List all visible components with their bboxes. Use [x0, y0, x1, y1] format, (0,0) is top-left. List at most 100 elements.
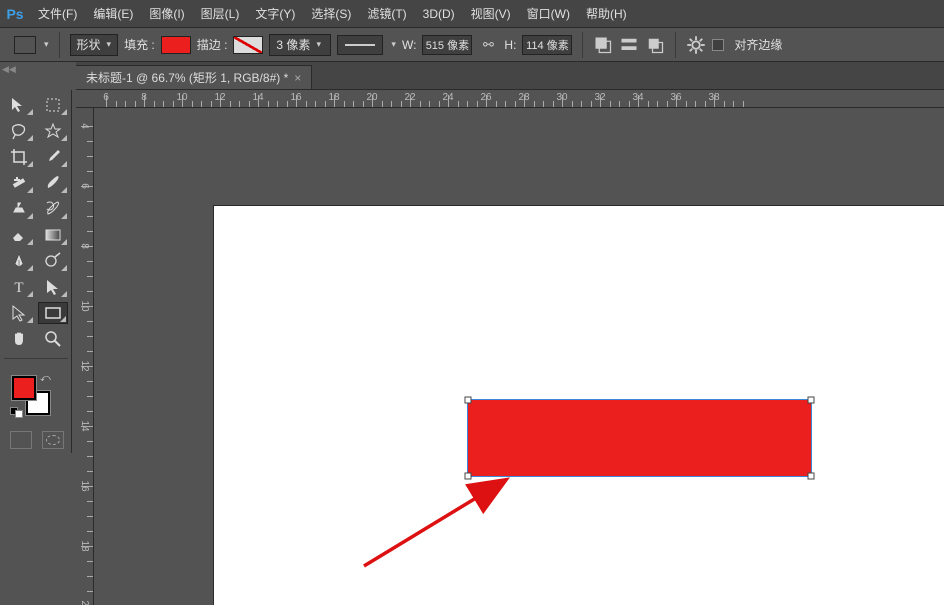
path-arrangement-icon[interactable]: [645, 35, 665, 55]
fill-color-swatch[interactable]: [161, 36, 191, 54]
menu-select[interactable]: 选择(S): [303, 0, 359, 28]
zoom-tool[interactable]: [38, 328, 68, 350]
swap-colors-icon[interactable]: ⤺: [40, 373, 51, 384]
pen-tool[interactable]: [4, 250, 34, 272]
app-logo: Ps: [0, 0, 30, 28]
ruler-tick-label: 12: [214, 92, 225, 103]
ruler-tick-label: 14: [252, 92, 263, 103]
align-edges-checkbox[interactable]: [712, 39, 724, 51]
ruler-tick-label: 6: [103, 92, 109, 103]
menu-type[interactable]: 文字(Y): [247, 0, 303, 28]
ruler-tick-label: 16: [79, 480, 90, 491]
ruler-tick-label: 10: [176, 92, 187, 103]
ruler-tick-label: 26: [480, 92, 491, 103]
type-tool[interactable]: T: [4, 276, 34, 298]
path-select-tool[interactable]: [38, 276, 68, 298]
h-label: H:: [504, 38, 516, 52]
quick-mask-button[interactable]: [42, 431, 64, 449]
path-operations-icon[interactable]: [593, 35, 613, 55]
ruler-tick-label: 20: [79, 600, 90, 605]
stroke-color-swatch[interactable]: [233, 36, 263, 54]
width-input[interactable]: [422, 35, 472, 55]
tools-panel: T ⤺: [0, 90, 72, 453]
eyedropper-tool[interactable]: [38, 146, 68, 168]
document-tab[interactable]: 未标题-1 @ 66.7% (矩形 1, RGB/8#) * ×: [76, 65, 312, 89]
move-tool[interactable]: [4, 94, 34, 116]
history-brush-tool[interactable]: [38, 198, 68, 220]
ruler-tick-label: 18: [328, 92, 339, 103]
clone-stamp-tool[interactable]: [4, 198, 34, 220]
menu-view[interactable]: 视图(V): [463, 0, 519, 28]
menu-window[interactable]: 窗口(W): [519, 0, 578, 28]
ruler-tick-label: 16: [290, 92, 301, 103]
canvas-area[interactable]: 溜溜自学 ZIXUE.3D66.COM: [94, 108, 944, 605]
gear-icon[interactable]: [686, 35, 706, 55]
stroke-width-dropdown[interactable]: 3 像素 ▾: [269, 34, 331, 56]
stroke-type-dropdown[interactable]: [337, 35, 383, 55]
crop-tool[interactable]: [4, 146, 34, 168]
ruler-tick-label: 8: [141, 92, 147, 103]
chevron-down-icon: ▾: [107, 39, 112, 50]
fill-label: 填充 :: [124, 36, 155, 53]
lasso-tool[interactable]: [4, 120, 34, 142]
healing-tool[interactable]: [4, 172, 34, 194]
rectangle-tool[interactable]: [38, 302, 68, 324]
resize-handle-tr[interactable]: [808, 397, 815, 404]
stroke-label: 描边 :: [197, 36, 228, 53]
rectangle-shape[interactable]: [468, 400, 811, 476]
hand-tool[interactable]: [4, 328, 34, 350]
document-tab-title: 未标题-1 @ 66.7% (矩形 1, RGB/8#) *: [86, 69, 288, 86]
height-input[interactable]: [522, 35, 572, 55]
ruler-tick-label: 24: [442, 92, 453, 103]
ruler-tick-label: 32: [594, 92, 605, 103]
ruler-tick-label: 34: [632, 92, 643, 103]
ruler-tick-label: 22: [404, 92, 415, 103]
resize-handle-tl[interactable]: [465, 397, 472, 404]
menu-image[interactable]: 图像(I): [141, 0, 192, 28]
menu-help[interactable]: 帮助(H): [578, 0, 635, 28]
direct-select-tool[interactable]: [4, 302, 34, 324]
brush-tool[interactable]: [38, 172, 68, 194]
dodge-tool[interactable]: [38, 250, 68, 272]
artboard[interactable]: 溜溜自学 ZIXUE.3D66.COM: [214, 206, 944, 605]
ruler-tick-label: 20: [366, 92, 377, 103]
foreground-color-swatch[interactable]: [12, 376, 36, 400]
color-swatches: ⤺: [4, 373, 68, 423]
ruler-tick-label: 12: [79, 360, 90, 371]
chevron-down-icon: ▾: [391, 39, 396, 50]
path-alignment-icon[interactable]: [619, 35, 639, 55]
eraser-tool[interactable]: [4, 224, 34, 246]
tool-preset-picker[interactable]: [14, 36, 36, 54]
vertical-ruler[interactable]: 468101214161820: [76, 108, 94, 605]
align-edges-label: 对齐边缘: [734, 36, 782, 53]
standard-mode-button[interactable]: [10, 431, 32, 449]
annotation-arrow-icon: [354, 466, 524, 576]
chevron-down-icon: ▾: [44, 39, 49, 50]
ruler-tick-label: 6: [79, 183, 90, 189]
close-icon[interactable]: ×: [294, 71, 301, 85]
gradient-tool[interactable]: [38, 224, 68, 246]
ruler-tick-label: 8: [79, 243, 90, 249]
w-label: W:: [402, 38, 416, 52]
ruler-tick-label: 18: [79, 540, 90, 551]
collapse-handle-icon[interactable]: ◀◀: [2, 64, 12, 74]
horizontal-ruler[interactable]: 68101214161820222426283032343638: [76, 90, 944, 108]
ruler-tick-label: 28: [518, 92, 529, 103]
quick-select-tool[interactable]: [38, 120, 68, 142]
ruler-tick-label: 4: [79, 123, 90, 129]
shape-mode-dropdown[interactable]: 形状 ▾: [70, 34, 119, 56]
menu-layer[interactable]: 图层(L): [193, 0, 248, 28]
shape-mode-value: 形状: [77, 36, 101, 53]
resize-handle-bl[interactable]: [465, 473, 472, 480]
marquee-tool[interactable]: [38, 94, 68, 116]
default-colors-icon[interactable]: [10, 407, 24, 421]
ruler-tick-label: 30: [556, 92, 567, 103]
menu-3d[interactable]: 3D(D): [415, 0, 463, 28]
link-wh-icon[interactable]: ⚯: [478, 35, 498, 55]
ruler-tick-label: 36: [670, 92, 681, 103]
stroke-width-value: 3 像素: [276, 36, 310, 53]
menu-filter[interactable]: 滤镜(T): [359, 0, 414, 28]
menu-file[interactable]: 文件(F): [30, 0, 85, 28]
resize-handle-br[interactable]: [808, 473, 815, 480]
menu-edit[interactable]: 编辑(E): [85, 0, 141, 28]
